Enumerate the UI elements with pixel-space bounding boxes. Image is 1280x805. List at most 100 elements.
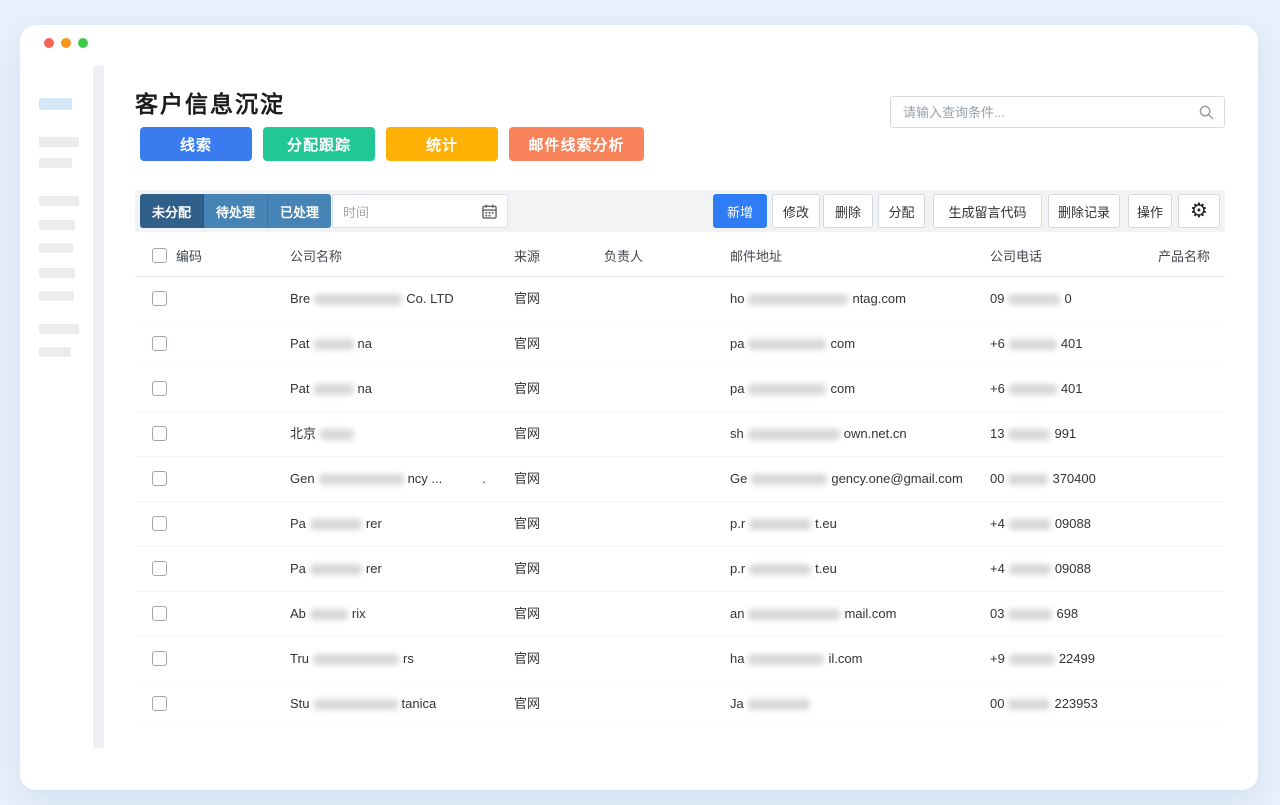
redacted-text <box>313 654 400 666</box>
row-checkbox[interactable] <box>152 381 167 396</box>
status-tab[interactable]: 未分配 <box>140 194 204 228</box>
row-checkbox[interactable] <box>152 606 167 621</box>
column-header: 来源 <box>514 249 541 264</box>
filter-toolbar: 未分配 待处理 已处理 时间 新增 修改 删除 分配 生成留言代码 删除记录 操… <box>135 190 1225 232</box>
redacted-text <box>314 294 403 306</box>
cell-company-name: Gen ncy .... <box>290 471 486 486</box>
cell-email: ha il.com <box>730 651 863 666</box>
toolbar-button[interactable]: 分配 <box>878 194 925 228</box>
table-row: Pa rer 官网 p.r t.eu +4 09088 <box>135 502 1225 547</box>
cell-email: sh own.net.cn <box>730 426 907 441</box>
minimize-button[interactable] <box>61 38 71 48</box>
cell-company-name: Ab rix <box>290 606 366 621</box>
column-header: 负责人 <box>604 249 644 264</box>
date-input[interactable]: 时间 <box>332 194 508 228</box>
redacted-text <box>1008 654 1055 666</box>
redacted-text <box>749 519 812 531</box>
column-header: 编码 <box>176 249 203 264</box>
toolbar-button[interactable]: 新增 <box>713 194 767 228</box>
select-all-checkbox[interactable] <box>152 248 167 263</box>
cell-company-name: Pa rer <box>290 561 382 576</box>
redacted-text <box>1008 609 1053 621</box>
cell-email: ho ntag.com <box>730 291 906 306</box>
redacted-text <box>1008 384 1057 396</box>
maximize-button[interactable] <box>78 38 88 48</box>
toolbar-button[interactable]: 生成留言代码 <box>933 194 1042 228</box>
redacted-text <box>1008 429 1051 441</box>
sidebar-item-active[interactable] <box>39 98 72 110</box>
desktop-background: 客户信息沉淀 线索分配跟踪统计邮件线索分析 未分配待处理已处理 时间 <box>0 0 1280 805</box>
cell-email: p.r t.eu <box>730 516 837 531</box>
row-checkbox[interactable] <box>152 336 167 351</box>
redacted-text <box>748 609 841 621</box>
redacted-text <box>748 654 825 666</box>
cell-email: pa com <box>730 381 856 396</box>
column-header: 产品名称 <box>1158 249 1211 264</box>
cell-phone: +6 401 <box>990 336 1083 351</box>
date-placeholder: 时间 <box>343 204 370 220</box>
row-checkbox[interactable] <box>152 516 167 531</box>
nav-button[interactable]: 邮件线索分析 <box>509 127 644 161</box>
cell-source: 官网 <box>514 336 541 351</box>
table-row: Tru rs 官网 ha il.com +9 22499 <box>135 637 1225 682</box>
settings-button[interactable]: ⚙ <box>1178 194 1220 228</box>
status-tab[interactable]: 待处理 <box>204 194 268 228</box>
search-input[interactable] <box>901 103 1199 121</box>
gear-icon: ⚙ <box>1190 200 1208 222</box>
sidebar-item[interactable] <box>39 158 72 168</box>
redacted-text <box>309 609 348 621</box>
sidebar-divider <box>93 65 104 748</box>
redacted-text <box>751 474 828 486</box>
status-tab[interactable]: 已处理 <box>268 194 331 228</box>
cell-phone: 09 0 <box>990 291 1072 306</box>
sidebar-item[interactable] <box>39 268 75 278</box>
sidebar-item[interactable] <box>39 220 75 230</box>
row-checkbox[interactable] <box>152 696 167 711</box>
sidebar-item[interactable] <box>39 291 74 301</box>
sidebar-item[interactable] <box>39 243 73 253</box>
row-checkbox[interactable] <box>152 561 167 576</box>
column-header: 公司名称 <box>290 249 343 264</box>
cell-email: p.r t.eu <box>730 561 837 576</box>
nav-button[interactable]: 分配跟踪 <box>263 127 375 161</box>
sidebar-item[interactable] <box>39 137 79 147</box>
cell-source: 官网 <box>514 561 541 576</box>
redacted-text <box>749 564 812 576</box>
row-checkbox[interactable] <box>152 426 167 441</box>
sidebar-item[interactable] <box>39 324 79 334</box>
cell-email: pa com <box>730 336 856 351</box>
nav-button[interactable]: 统计 <box>386 127 498 161</box>
table-header-row: 编码 公司名称 来源 负责人 邮件地址 公司电话 产品名称 <box>135 238 1225 277</box>
redacted-text <box>309 564 362 576</box>
redacted-text <box>748 384 827 396</box>
sidebar-item[interactable] <box>39 347 71 357</box>
nav-button[interactable]: 线索 <box>140 127 252 161</box>
nav-button-row: 线索 分配跟踪 统计 邮件线索分析 <box>140 127 644 161</box>
table-row: Pat na 官网 pa com +6 401 <box>135 322 1225 367</box>
sidebar-item[interactable] <box>39 196 79 206</box>
redacted-text <box>747 429 840 441</box>
redacted-text <box>1008 339 1057 351</box>
close-button[interactable] <box>44 38 54 48</box>
cell-email: Ge gency.one@gmail.com <box>730 471 963 486</box>
redacted-text <box>1008 474 1049 486</box>
calendar-icon[interactable] <box>482 204 497 219</box>
row-checkbox[interactable] <box>152 471 167 486</box>
toolbar-button[interactable]: 操作 <box>1128 194 1172 228</box>
redacted-text <box>1008 519 1051 531</box>
cell-phone: 00 223953 <box>990 696 1098 711</box>
toolbar-button[interactable]: 修改 <box>772 194 820 228</box>
toolbar-button[interactable]: 删除 <box>823 194 873 228</box>
cell-email: an mail.com <box>730 606 897 621</box>
row-checkbox[interactable] <box>152 651 167 666</box>
search-icon[interactable] <box>1199 105 1214 120</box>
row-checkbox[interactable] <box>152 291 167 306</box>
redacted-text <box>747 699 810 711</box>
toolbar-button[interactable]: 删除记录 <box>1048 194 1120 228</box>
cell-email: Ja <box>730 682 814 726</box>
page-title: 客户信息沉淀 <box>135 91 285 118</box>
table-row: Ab rix 官网 an mail.com 03 698 <box>135 592 1225 637</box>
cell-source: 官网 <box>514 606 541 621</box>
cell-phone: +4 09088 <box>990 561 1091 576</box>
redacted-text <box>1008 699 1051 711</box>
